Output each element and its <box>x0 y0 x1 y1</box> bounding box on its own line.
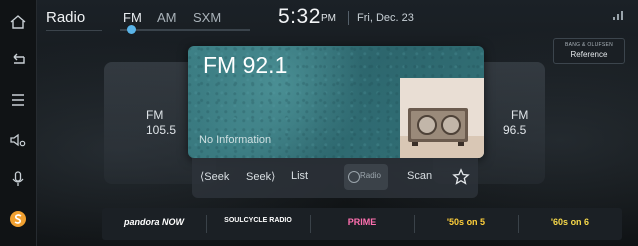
hd-radio-icon <box>348 171 360 183</box>
clock-time: 5:32 <box>278 5 321 28</box>
prev-station-band: FM <box>146 108 164 122</box>
preset-50s-on-5[interactable]: '50s on 5 <box>414 208 518 240</box>
preset-strip: pandora NOW SOULCYCLE RADIO PRIME '50s o… <box>102 208 622 240</box>
favorite-star-icon[interactable] <box>452 168 470 186</box>
preset-label: SOULCYCLE RADIO <box>224 217 292 224</box>
album-art <box>400 78 484 158</box>
radio-illustration <box>400 108 484 158</box>
now-playing-card: FM 92.1 No Information <box>188 46 484 158</box>
page-title: Radio <box>46 9 86 26</box>
next-station-band: FM <box>511 108 529 122</box>
menu-icon <box>12 94 24 106</box>
date-label: Fri, Dec. 23 <box>357 12 414 24</box>
prev-station-frequency: 105.5 <box>146 123 177 137</box>
home-icon <box>10 15 26 29</box>
preset-label: '60s on 6 <box>550 217 590 227</box>
scan-button[interactable]: Scan <box>407 170 432 182</box>
next-station-frequency: 96.5 <box>503 123 527 137</box>
siriusxm-button[interactable] <box>6 207 30 231</box>
band-sxm[interactable]: SXM <box>193 10 221 25</box>
preset-label: PRIME <box>347 217 377 227</box>
microphone-icon <box>12 171 24 186</box>
signal-status-icon <box>613 11 623 20</box>
preset-60s-on-6[interactable]: '60s on 6 <box>518 208 622 240</box>
preset-label: '50s on 5 <box>446 217 486 227</box>
band-slider-indicator[interactable] <box>127 25 136 34</box>
sound-brand: BANG & OLUFSEN <box>564 42 614 48</box>
playback-controls: ⟨Seek Seek⟩ List Radio Scan <box>192 158 478 198</box>
sound-settings-button[interactable] <box>6 128 30 152</box>
siriusxm-icon <box>10 211 26 227</box>
band-slider-track[interactable] <box>120 29 250 31</box>
back-icon <box>13 53 25 64</box>
voice-button[interactable] <box>6 167 30 191</box>
speaker-settings-icon <box>10 133 26 147</box>
preset-label: pandora NOW <box>124 217 184 227</box>
sound-mode-badge[interactable]: BANG & OLUFSEN Reference <box>553 38 625 64</box>
band-fm[interactable]: FM <box>123 10 142 25</box>
preset-prime[interactable]: PRIME <box>310 208 414 240</box>
preset-soulcycle[interactable]: SOULCYCLE RADIO <box>206 208 310 240</box>
station-info: No Information <box>199 134 272 146</box>
title-underline <box>46 30 102 31</box>
clock-ampm: PM <box>321 13 336 24</box>
station-frequency: FM 92.1 <box>203 52 288 78</box>
back-button[interactable] <box>6 48 30 72</box>
band-am[interactable]: AM <box>157 10 177 25</box>
hd-radio-button[interactable]: Radio <box>344 164 388 190</box>
home-button[interactable] <box>6 10 30 34</box>
side-rail <box>0 0 37 246</box>
menu-button[interactable] <box>6 88 30 112</box>
preset-pandora-now[interactable]: pandora NOW <box>102 208 206 240</box>
seek-back-button[interactable]: ⟨Seek <box>200 170 229 183</box>
header-divider <box>348 11 349 25</box>
hd-radio-label: Radio <box>360 171 381 180</box>
seek-forward-button[interactable]: Seek⟩ <box>246 170 275 183</box>
list-button[interactable]: List <box>291 170 308 182</box>
sound-mode: Reference <box>570 50 608 59</box>
